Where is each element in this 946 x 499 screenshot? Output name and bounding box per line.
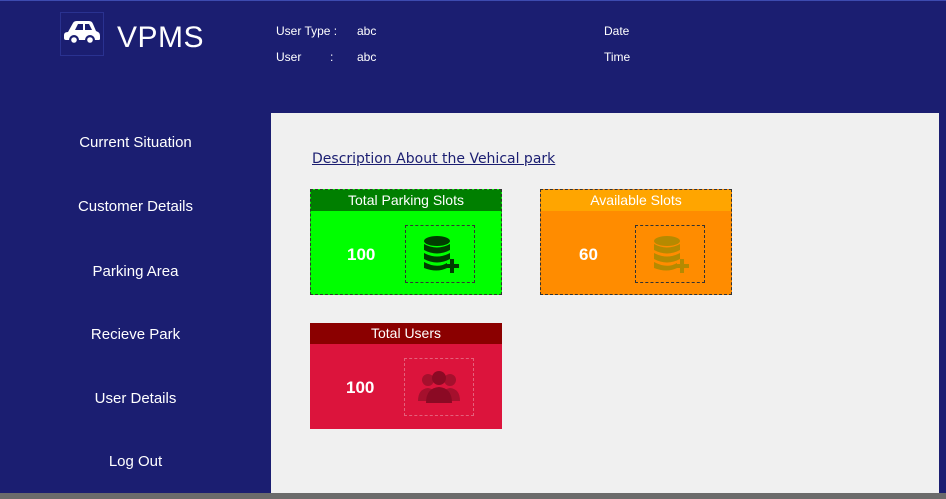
total-users-card: Total Users 100	[310, 323, 502, 429]
user-type-value: abc	[357, 24, 377, 38]
sidebar: Current Situation Customer Details Parki…	[0, 113, 271, 493]
date-label: Date	[604, 24, 630, 38]
sidebar-item-current-situation[interactable]: Current Situation	[0, 134, 271, 151]
database-add-icon	[635, 225, 705, 283]
user-colon: :	[330, 50, 334, 64]
app-title: VPMS	[117, 21, 205, 54]
main-content: Description About the Vehical park Total…	[271, 113, 939, 493]
user-type-label: User Type :	[276, 24, 338, 38]
app-window: VPMS User Type : abc User : abc Date Tim…	[0, 0, 946, 499]
sidebar-item-parking-area[interactable]: Parking Area	[0, 263, 271, 280]
sidebar-item-customer-details[interactable]: Customer Details	[0, 198, 271, 215]
card-value: 60	[579, 245, 598, 264]
available-slots-card: Available Slots 60	[540, 189, 732, 295]
window-edge	[939, 113, 946, 493]
bottom-border	[0, 493, 946, 499]
database-add-icon	[405, 225, 475, 283]
card-value: 100	[346, 378, 375, 397]
sidebar-item-recieve-park[interactable]: Recieve Park	[0, 326, 271, 343]
user-value: abc	[357, 50, 377, 64]
logo	[60, 12, 104, 56]
car-icon	[62, 18, 102, 51]
sidebar-item-log-out[interactable]: Log Out	[0, 453, 271, 470]
time-label: Time	[604, 50, 631, 64]
card-value: 100	[347, 245, 376, 264]
card-title: Total Parking Slots	[311, 190, 501, 211]
total-parking-slots-card: Total Parking Slots 100	[310, 189, 502, 295]
user-label: User	[276, 50, 302, 64]
card-title: Available Slots	[541, 190, 731, 211]
card-title: Total Users	[310, 323, 502, 344]
sidebar-item-user-details[interactable]: User Details	[0, 390, 271, 407]
users-icon	[404, 358, 474, 416]
description-link[interactable]: Description About the Vehical park	[312, 151, 555, 167]
